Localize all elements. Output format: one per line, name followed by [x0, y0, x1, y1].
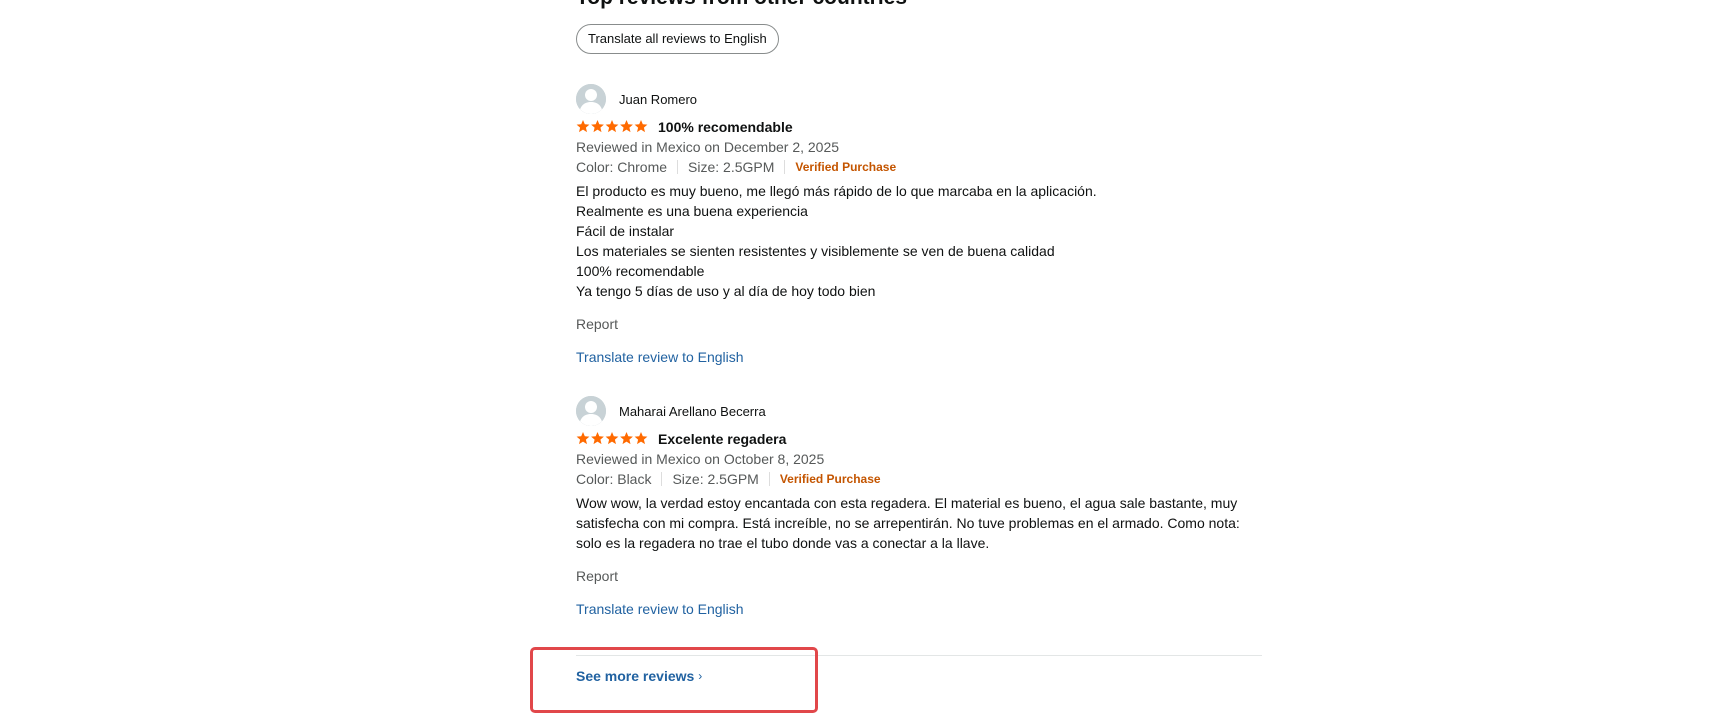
verified-purchase-badge: Verified Purchase [779, 472, 881, 486]
report-link[interactable]: Report [576, 566, 1262, 586]
review-body: El producto es muy bueno, me llegó más r… [576, 181, 1262, 301]
review-body-line: El producto es muy bueno, me llegó más r… [576, 183, 1097, 199]
translate-review-link[interactable]: Translate review to English [576, 599, 1262, 619]
review-title[interactable]: Excelente regadera [658, 431, 786, 447]
review-body-line: satisfecha con mi compra. Está increíble… [576, 515, 1240, 531]
review-body-line: solo es la regadera no trae el tubo dond… [576, 535, 990, 551]
divider [661, 472, 663, 486]
variant-color[interactable]: Color: Black [576, 471, 651, 487]
star-rating-icon[interactable] [576, 119, 648, 135]
section-title: Top reviews from other countries [576, 0, 907, 10]
review-date: Reviewed in Mexico on October 8, 2025 [576, 451, 825, 467]
reviewer-name: Juan Romero [619, 91, 698, 107]
review-item: Juan Romero 100% recomendable Reviewed i… [576, 84, 1262, 367]
review-body-line: Los materiales se sienten resistentes y … [576, 243, 1055, 259]
review-body-line: Wow wow, la verdad estoy encantada con e… [576, 495, 1238, 511]
star-rating-icon[interactable] [576, 431, 648, 447]
avatar-icon [576, 396, 606, 426]
highlight-box [530, 647, 818, 713]
review-title[interactable]: 100% recomendable [658, 119, 793, 135]
variant-info: Color: Chrome Size: 2.5GPM Verified Purc… [576, 157, 1262, 177]
verified-purchase-badge: Verified Purchase [795, 160, 897, 174]
review-body-line: Ya tengo 5 días de uso y al día de hoy t… [576, 283, 876, 299]
translate-review-link[interactable]: Translate review to English [576, 347, 1262, 367]
reviewer-name: Maharai Arellano Becerra [619, 403, 766, 419]
reviewer-profile[interactable]: Juan Romero [576, 84, 1262, 114]
report-link[interactable]: Report [576, 314, 1262, 334]
variant-color[interactable]: Color: Chrome [576, 159, 667, 175]
translate-all-reviews-button[interactable]: Translate all reviews to English [576, 24, 779, 54]
reviewer-profile[interactable]: Maharai Arellano Becerra [576, 396, 1262, 426]
review-date: Reviewed in Mexico on December 2, 2025 [576, 139, 840, 155]
review-body-line: 100% recomendable [576, 263, 705, 279]
variant-info: Color: Black Size: 2.5GPM Verified Purch… [576, 469, 1262, 489]
variant-size[interactable]: Size: 2.5GPM [688, 159, 774, 175]
review-body-line: Realmente es una buena experiencia [576, 203, 808, 219]
review-body-line: Fácil de instalar [576, 223, 675, 239]
review-item: Maharai Arellano Becerra Excelente regad… [576, 396, 1262, 619]
divider [677, 160, 679, 174]
review-body: Wow wow, la verdad estoy encantada con e… [576, 493, 1262, 553]
divider [768, 472, 770, 486]
variant-size[interactable]: Size: 2.5GPM [672, 471, 758, 487]
avatar-icon [576, 84, 606, 114]
divider [784, 160, 786, 174]
